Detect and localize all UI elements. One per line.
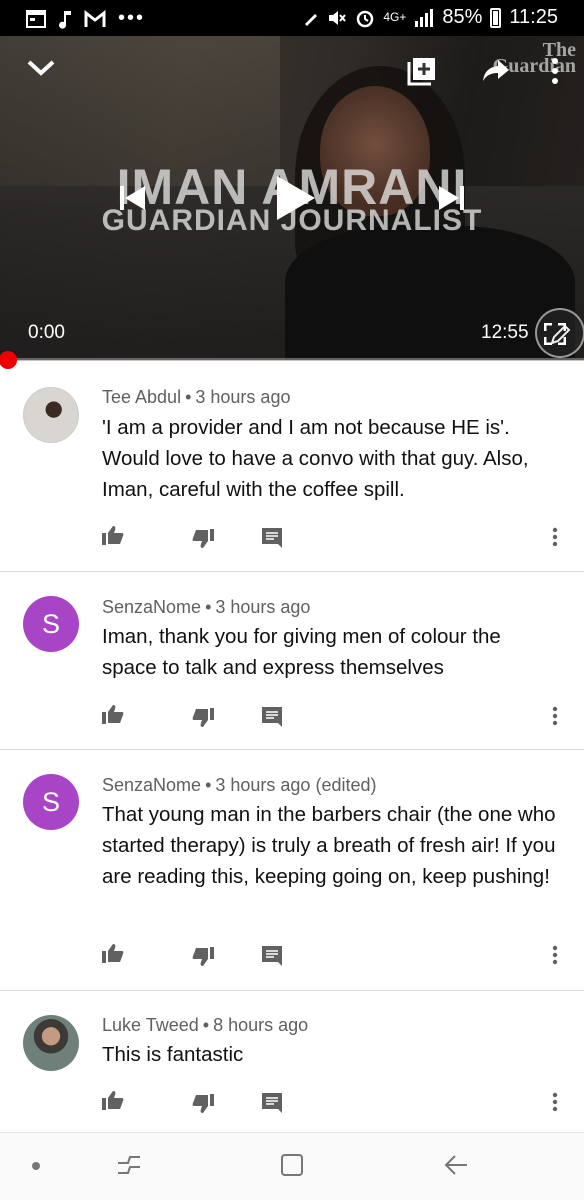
like-icon[interactable] <box>102 943 124 963</box>
dislike-icon[interactable] <box>192 708 214 728</box>
dislike-icon[interactable] <box>192 947 214 967</box>
comment-age: 8 hours ago <box>213 1015 309 1035</box>
gmail-icon <box>84 9 106 27</box>
duration: 12:55 <box>481 322 529 343</box>
comment-author[interactable]: SenzaNome <box>102 775 201 795</box>
music-note-icon <box>59 10 71 29</box>
comment-age: 3 hours ago <box>215 597 311 617</box>
comment-item: Luke Tweed • 8 hours ago This is fantastic <box>0 991 584 1132</box>
avatar[interactable]: S <box>23 774 79 830</box>
network-type-label: 4G+ <box>383 10 407 24</box>
comment-item: S SenzaNome • 3 hours ago (edited) That yo… <box>0 750 584 991</box>
next-icon[interactable] <box>437 184 465 212</box>
comment-more-icon[interactable] <box>552 1092 558 1112</box>
reply-icon[interactable] <box>262 528 282 548</box>
share-icon[interactable] <box>482 58 510 82</box>
status-bar: ••• 4G+ 85% 11:25 <box>0 0 584 36</box>
reply-icon[interactable] <box>262 1093 282 1113</box>
system-navigation-bar <box>0 1132 584 1200</box>
recent-apps-icon[interactable] <box>116 1153 142 1177</box>
comment-text: Iman, thank you for giving men of colour… <box>102 625 501 679</box>
comment-more-icon[interactable] <box>552 945 558 965</box>
alarm-icon <box>357 10 374 27</box>
back-icon[interactable] <box>443 1153 469 1177</box>
signal-icon <box>415 8 434 27</box>
comment-actions <box>102 525 572 551</box>
dislike-icon[interactable] <box>192 529 214 549</box>
avatar[interactable] <box>23 1015 79 1071</box>
battery-icon <box>490 7 502 28</box>
nav-dot-icon[interactable] <box>31 1161 41 1171</box>
battery-percent: 85% <box>442 6 483 28</box>
comment-actions <box>102 704 572 730</box>
play-icon[interactable] <box>275 174 317 222</box>
add-to-playlist-icon[interactable] <box>407 56 437 86</box>
comment-item: S SenzaNome • 3 hours ago Iman, thank you … <box>0 572 584 750</box>
more-notifications-icon: ••• <box>118 7 146 29</box>
like-icon[interactable] <box>102 525 124 545</box>
video-player[interactable]: IMAN AMRANI GUARDIAN JOURNALIST The Guar… <box>0 36 584 360</box>
comment-more-icon[interactable] <box>552 706 558 726</box>
reply-icon[interactable] <box>262 946 282 966</box>
comment-text: That young man in the barbers chair (the… <box>102 803 556 888</box>
reply-icon[interactable] <box>262 707 282 727</box>
comment-meta: Tee Abdul • 3 hours ago <box>102 387 291 407</box>
clock: 11:25 <box>509 6 558 28</box>
like-icon[interactable] <box>102 1090 124 1110</box>
comment-meta: Luke Tweed • 8 hours ago <box>102 1015 309 1035</box>
comment-age: 3 hours ago <box>215 775 311 795</box>
comment-text: This is fantastic <box>102 1043 244 1066</box>
like-icon[interactable] <box>102 704 124 724</box>
comment-author[interactable]: Luke Tweed <box>102 1015 199 1035</box>
home-icon[interactable] <box>280 1153 304 1177</box>
comment-author[interactable]: Tee Abdul <box>102 387 181 407</box>
comments-list: Tee Abdul • 3 hours ago 'I am a provider a… <box>0 361 584 1132</box>
comment-item: Tee Abdul • 3 hours ago 'I am a provider a… <box>0 361 584 572</box>
fullscreen-icon[interactable] <box>544 323 566 345</box>
avatar[interactable] <box>23 387 79 443</box>
current-time: 0:00 <box>28 322 65 343</box>
more-options-icon[interactable] <box>550 56 560 86</box>
comment-author[interactable]: SenzaNome <box>102 597 201 617</box>
comment-edited-label: (edited) <box>315 775 377 795</box>
comment-meta: SenzaNome • 3 hours ago <box>102 597 311 617</box>
comment-age: 3 hours ago <box>195 387 291 407</box>
comment-more-icon[interactable] <box>552 527 558 547</box>
comment-actions <box>102 1090 572 1116</box>
minimize-chevron-icon[interactable] <box>26 58 56 78</box>
calendar-icon <box>26 9 46 28</box>
stylus-icon <box>305 13 318 26</box>
mute-icon <box>329 10 347 25</box>
avatar[interactable]: S <box>23 596 79 652</box>
dislike-icon[interactable] <box>192 1094 214 1114</box>
comment-text: 'I am a provider and I am not because HE… <box>102 416 529 501</box>
comment-meta: SenzaNome • 3 hours ago (edited) <box>102 775 377 795</box>
previous-icon[interactable] <box>119 184 147 212</box>
comment-actions <box>102 943 572 969</box>
